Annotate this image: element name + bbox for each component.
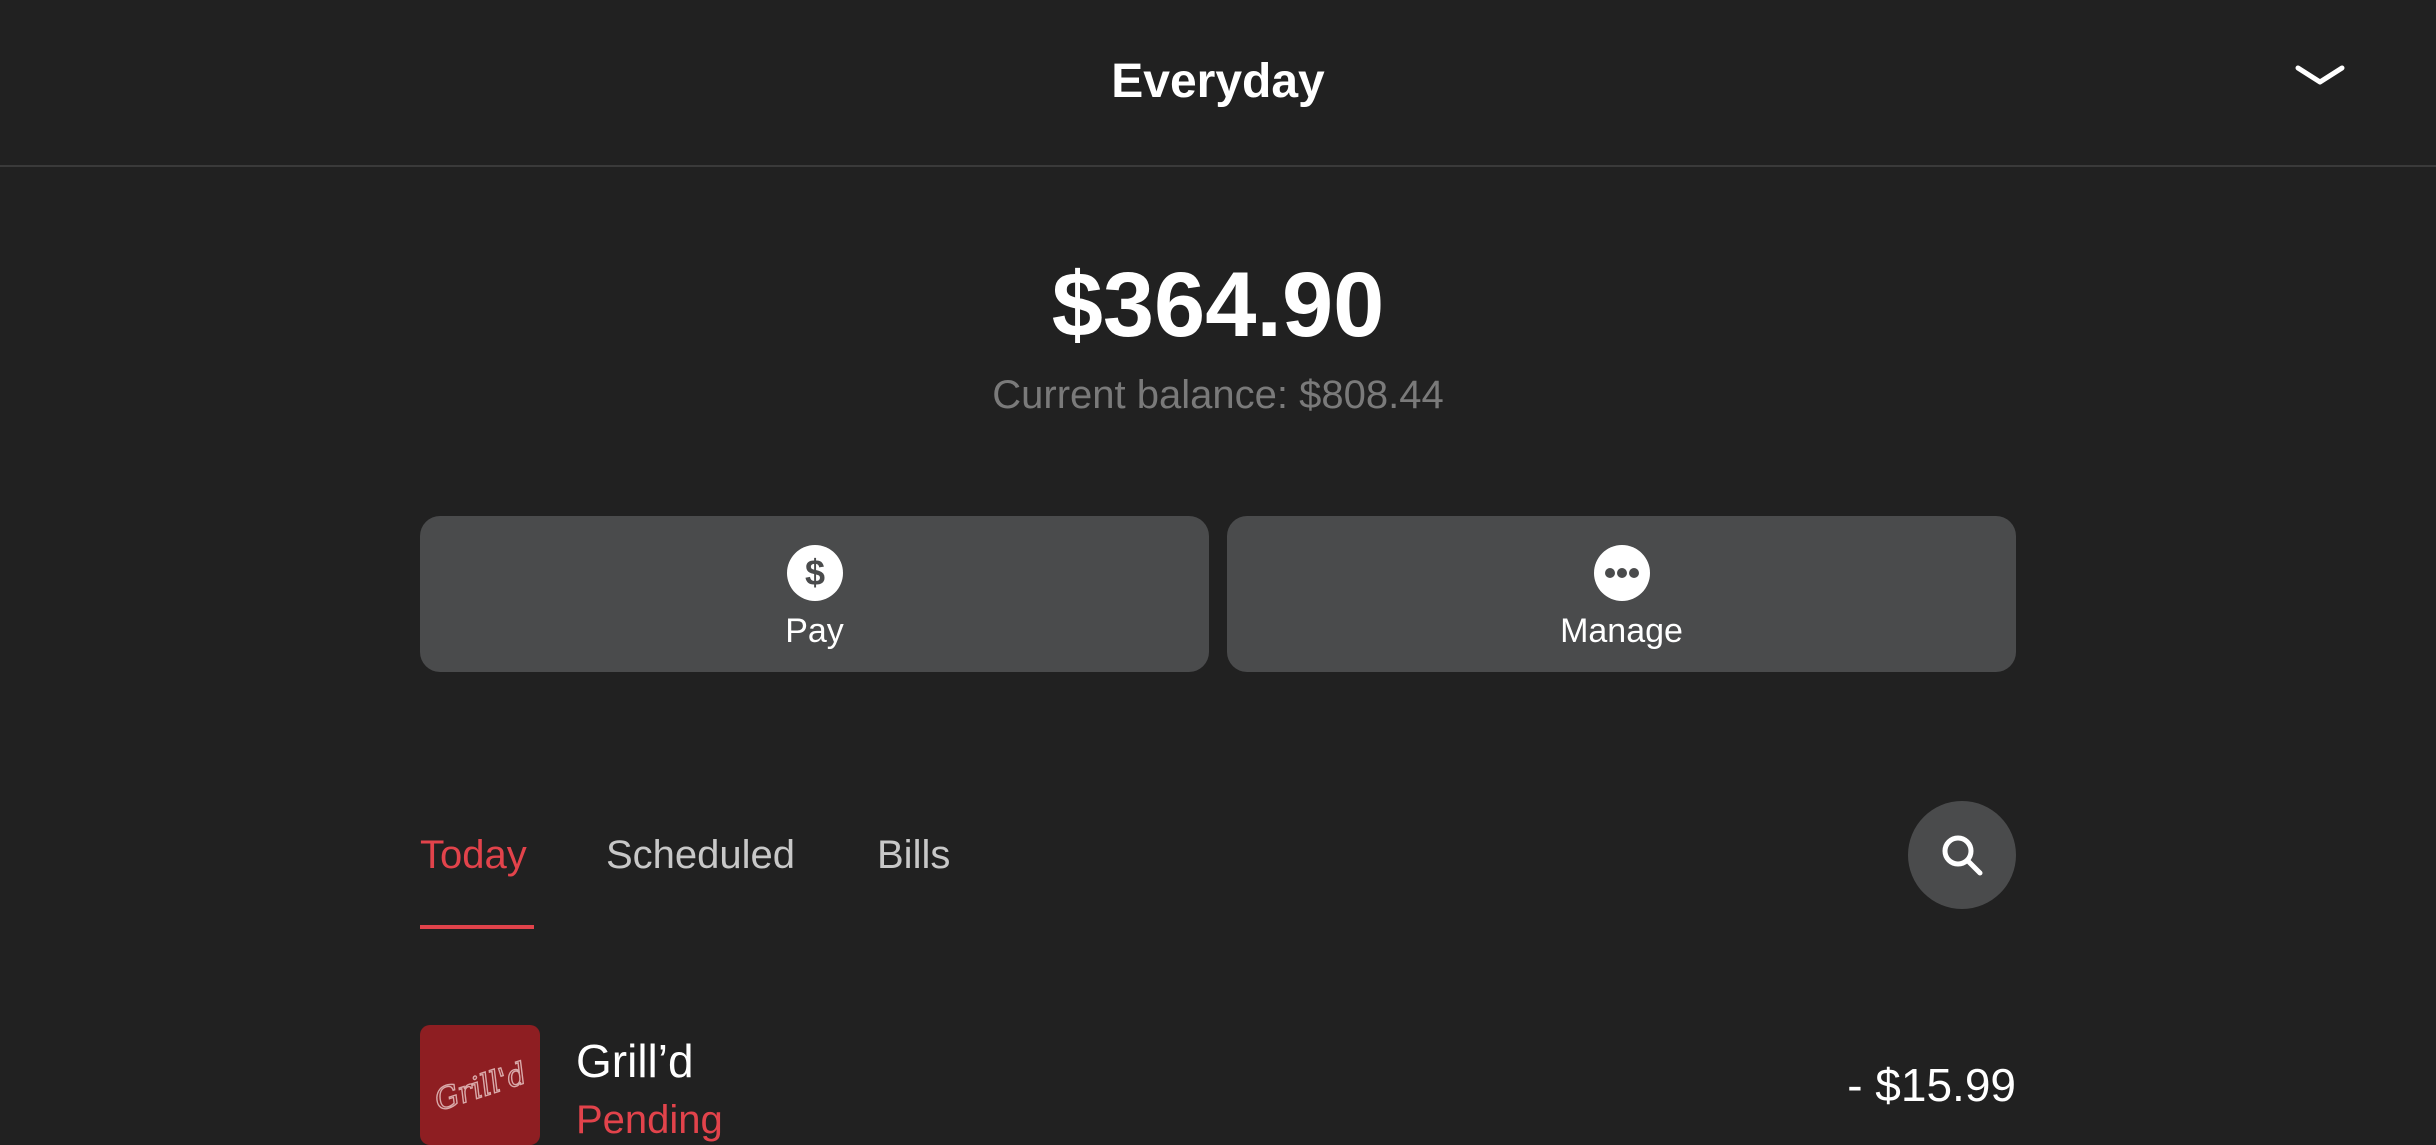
current-balance: Current balance: $808.44 [992, 373, 1444, 417]
active-tab-indicator [420, 925, 534, 929]
search-button[interactable] [1908, 801, 2016, 909]
chevron-down-icon [2295, 65, 2345, 85]
merchant-logo: Grill'd [420, 1025, 540, 1145]
search-icon [1942, 835, 1983, 876]
transaction-status: Pending [576, 1098, 723, 1142]
account-title: Everyday [1111, 55, 1325, 108]
available-balance: $364.90 [1051, 254, 1385, 356]
collapse-button[interactable] [2290, 55, 2350, 95]
tab-bills[interactable]: Bills [877, 830, 950, 880]
more-icon [1593, 545, 1650, 601]
tab-today[interactable]: Today [420, 830, 527, 880]
pay-button[interactable]: $ Pay [420, 516, 1209, 672]
transaction-amount: - $15.99 [1847, 1059, 2016, 1111]
manage-button[interactable]: Manage [1227, 516, 2016, 672]
account-header: Everyday [0, 0, 2436, 167]
transaction-merchant: Grill’d [576, 1035, 694, 1087]
dollar-icon: $ [786, 545, 843, 601]
svg-text:Grill'd: Grill'd [430, 1056, 531, 1119]
svg-text:$: $ [804, 552, 824, 593]
tab-scheduled[interactable]: Scheduled [606, 830, 795, 880]
manage-label: Manage [1560, 612, 1683, 650]
pay-label: Pay [785, 612, 844, 650]
